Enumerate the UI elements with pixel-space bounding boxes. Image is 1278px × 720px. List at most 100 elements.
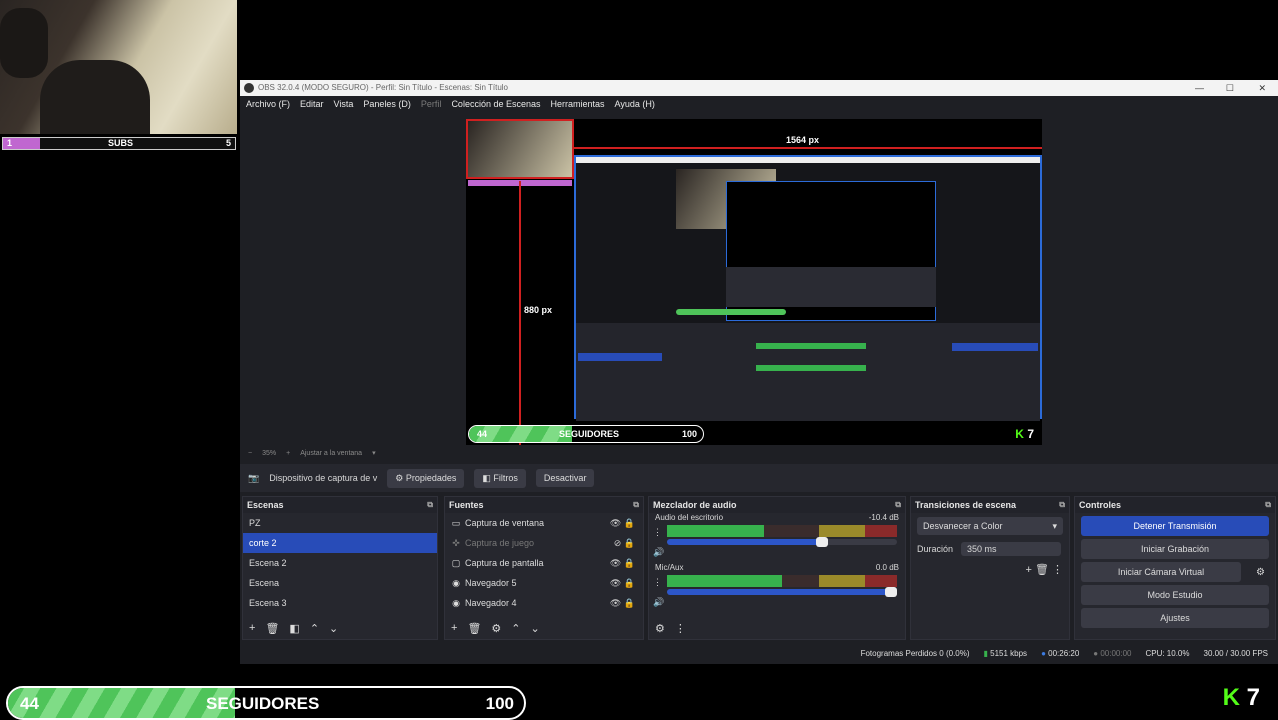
more-menu-icon[interactable]: ⋮ <box>675 622 686 635</box>
preview-canvas[interactable]: 1564 px 880 px 44 SEGUIDORES 100 K 7 <box>466 119 1042 445</box>
speaker-icon[interactable]: 🔊 <box>653 547 664 558</box>
zoom-out-icon[interactable]: − <box>248 447 252 461</box>
menu-archivo[interactable]: Archivo (F) <box>246 96 290 113</box>
followers-label: SEGUIDORES <box>206 694 320 713</box>
gear-icon[interactable]: ⚙ <box>1256 567 1265 578</box>
channel-name: Mic/Aux <box>655 563 684 572</box>
settings-button[interactable]: Ajustes <box>1081 608 1269 628</box>
mixer-title-text: Mezclador de audio <box>653 500 737 510</box>
menu-editar[interactable]: Editar <box>300 96 324 113</box>
dock-popout-icon[interactable]: ⧉ <box>1265 497 1271 513</box>
scene-item[interactable]: Escena 2 <box>243 553 437 573</box>
start-record-button[interactable]: Iniciar Grabación <box>1081 539 1269 559</box>
source-item[interactable]: ▢ Captura de pantalla 👁 🔒 <box>445 553 643 573</box>
source-item[interactable]: ▭ Captura de ventana 👁 🔒 <box>445 513 643 533</box>
menu-paneles[interactable]: Paneles (D) <box>363 96 411 113</box>
screen-capture-source[interactable] <box>574 155 1042 421</box>
nested-stop-button <box>952 343 1038 351</box>
camera-icon: 📷 <box>248 472 260 483</box>
brand-letter: K <box>1222 684 1240 711</box>
nested-docks <box>726 267 936 307</box>
dock-popout-icon[interactable]: ⧉ <box>895 497 901 513</box>
stream-time-value: 00:26:20 <box>1048 649 1080 658</box>
zoom-fit-select[interactable]: Ajustar a la ventana <box>300 447 362 461</box>
stop-stream-button[interactable]: Detener Transmisión <box>1081 516 1269 536</box>
deactivate-button[interactable]: Desactivar <box>535 469 595 487</box>
meter-green <box>667 575 782 587</box>
menu-ayuda[interactable]: Ayuda (H) <box>615 96 655 113</box>
subs-current: 1 <box>7 138 13 148</box>
gamepad-icon: ✜ <box>452 538 460 548</box>
source-label: Captura de ventana <box>465 518 545 528</box>
globe-icon: ◉ <box>452 578 460 588</box>
duration-input[interactable]: 350 ms <box>961 542 1062 556</box>
scene-item[interactable]: PZ <box>243 513 437 533</box>
menu-vista[interactable]: Vista <box>334 96 354 113</box>
menu-herramientas[interactable]: Herramientas <box>551 96 605 113</box>
dock-popout-icon[interactable]: ⧉ <box>633 497 639 513</box>
volume-slider[interactable] <box>667 587 897 597</box>
meter-red <box>864 525 897 537</box>
source-eye-lock[interactable]: 👁 🔒 <box>610 553 635 573</box>
obs-logo-icon <box>244 83 254 93</box>
add-icon[interactable]: + <box>249 622 255 634</box>
cpu-usage: CPU: 10.0% <box>1145 649 1190 658</box>
source-eye-lock[interactable]: ⊘ 🔒 <box>614 533 635 553</box>
advanced-audio-icon[interactable]: ⚙ <box>655 622 665 635</box>
transition-tools: + 🗑 ⋮ <box>911 563 1069 576</box>
add-icon[interactable]: + <box>1025 564 1031 576</box>
move-up-icon[interactable]: ⌃ <box>310 622 319 635</box>
gear-icon[interactable]: ⚙ <box>491 622 501 635</box>
scene-item-selected[interactable]: corte 2 <box>243 533 437 553</box>
nested-meter-1 <box>756 343 866 349</box>
volume-slider[interactable] <box>667 537 897 547</box>
chevron-down-icon[interactable]: ▾ <box>372 447 376 461</box>
nested-meter-2 <box>756 365 866 371</box>
volume-knob[interactable] <box>816 537 828 547</box>
monitor-icon: ▢ <box>451 558 461 568</box>
zoom-in-icon[interactable]: + <box>286 447 290 461</box>
canvas-brand-number: 7 <box>1027 427 1034 441</box>
dock-popout-icon[interactable]: ⧉ <box>427 497 433 513</box>
sources-title-text: Fuentes <box>449 500 484 510</box>
transition-select[interactable]: Desvanecer a Color ▾ <box>917 517 1063 535</box>
maximize-icon[interactable]: ☐ <box>1226 80 1234 96</box>
source-item[interactable]: ◉ Navegador 5 👁 🔒 <box>445 573 643 593</box>
virtual-cam-button[interactable]: Iniciar Cámara Virtual <box>1081 562 1241 582</box>
channel-menu-icon[interactable]: ⋮ <box>653 577 662 588</box>
trash-icon[interactable]: 🗑 <box>467 622 481 635</box>
close-icon[interactable]: ✕ <box>1258 80 1266 96</box>
volume-knob[interactable] <box>885 587 897 597</box>
more-menu-icon[interactable]: ⋮ <box>1052 564 1063 576</box>
source-eye-lock[interactable]: 👁 🔒 <box>610 513 635 533</box>
channel-menu-icon[interactable]: ⋮ <box>653 527 662 538</box>
subs-goal: 5 <box>225 138 231 148</box>
dock-popout-icon[interactable]: ⧉ <box>1059 497 1065 513</box>
source-item[interactable]: ◉ Navegador 4 👁 🔒 <box>445 593 643 613</box>
channel-db: -10.4 dB <box>868 513 899 522</box>
window-title: OBS 32.0.4 (MODO SEGURO) - Perfil: Sin T… <box>258 83 509 92</box>
scene-item[interactable]: Escena <box>243 573 437 593</box>
menu-coleccion[interactable]: Colección de Escenas <box>451 96 540 113</box>
filters-button[interactable]: ◧ Filtros <box>474 468 526 488</box>
nested-selected-scene <box>578 353 662 361</box>
add-icon[interactable]: + <box>451 622 457 634</box>
trash-icon[interactable]: 🗑 <box>1035 564 1049 576</box>
scene-item[interactable]: Escena 3 <box>243 593 437 613</box>
move-down-icon[interactable]: ⌄ <box>329 622 338 635</box>
source-eye-lock[interactable]: 👁 🔒 <box>610 593 635 613</box>
minimize-icon[interactable]: — <box>1195 80 1204 96</box>
speaker-icon[interactable]: 🔊 <box>653 597 664 608</box>
trash-icon[interactable]: 🗑 <box>265 622 279 635</box>
source-eye-lock[interactable]: 👁 🔒 <box>610 573 635 593</box>
menu-perfil[interactable]: Perfil <box>421 96 442 113</box>
webcam-source-selected[interactable] <box>466 119 574 179</box>
source-label: Navegador 4 <box>465 598 517 608</box>
filter-icon[interactable]: ◧ <box>289 622 299 635</box>
source-item[interactable]: ✜ Captura de juego ⊘ 🔒 <box>445 533 643 553</box>
properties-button[interactable]: ⚙ Propiedades <box>387 468 465 488</box>
move-up-icon[interactable]: ⌃ <box>511 622 520 635</box>
studio-mode-button[interactable]: Modo Estudio <box>1081 585 1269 605</box>
move-down-icon[interactable]: ⌄ <box>531 622 540 635</box>
channel-header: Audio del escritorio -10.4 dB <box>649 513 905 525</box>
